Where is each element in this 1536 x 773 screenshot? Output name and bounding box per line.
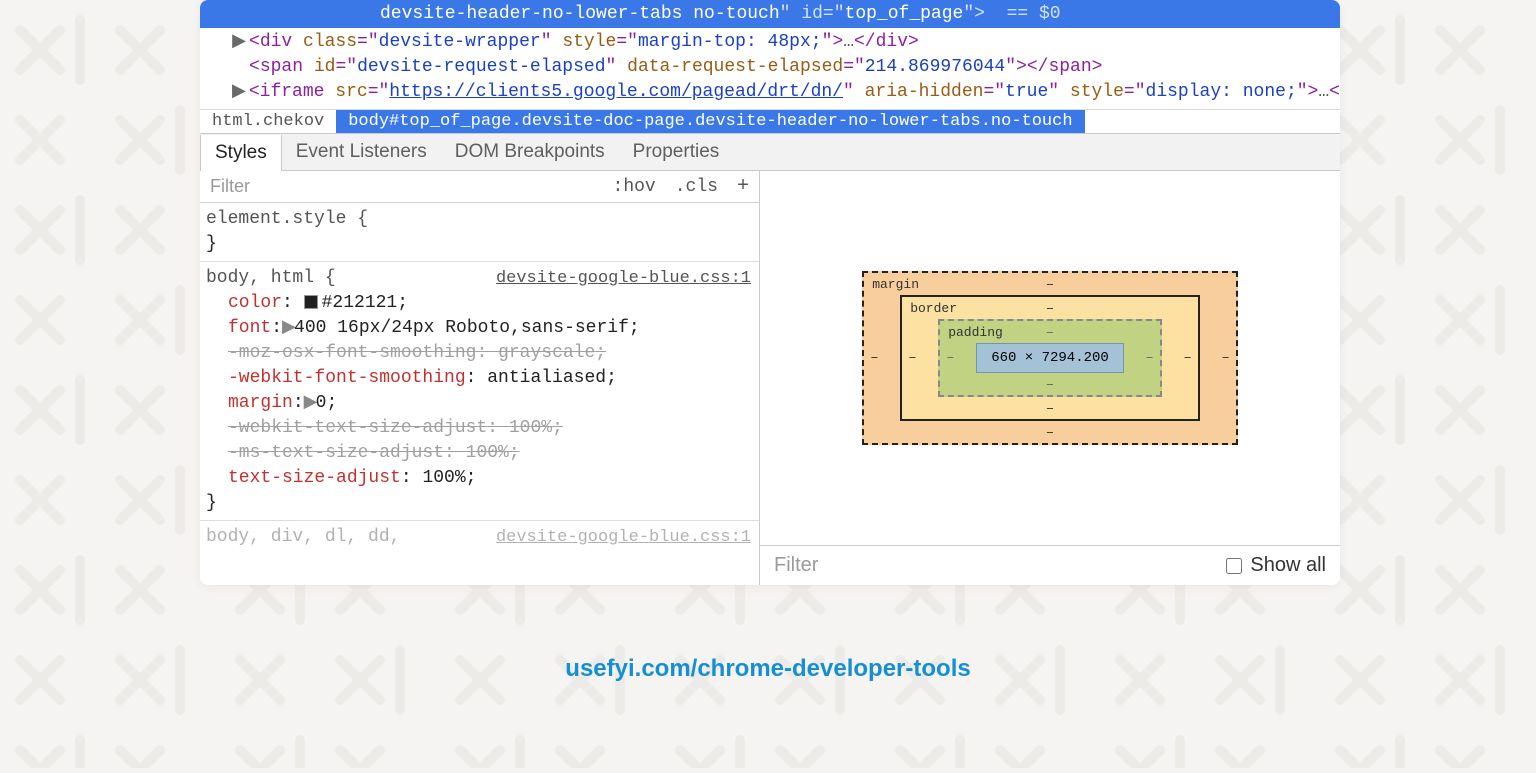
devtools-window: devsite-header-no-lower-tabs no-touch" i… [200, 0, 1340, 585]
computed-filter-input[interactable] [774, 554, 1226, 577]
expand-icon[interactable]: ▶ [232, 80, 246, 105]
breadcrumb: html.chekov body#top_of_page.devsite-doc… [200, 109, 1340, 133]
console-ref: == $0 [1007, 4, 1061, 24]
computed-filter-row: Show all [760, 545, 1340, 585]
breadcrumb-item-active[interactable]: body#top_of_page.devsite-doc-page.devsit… [336, 110, 1084, 133]
dom-row[interactable]: <span id="devsite-request-elapsed" data-… [232, 55, 1332, 80]
rule-faded[interactable]: body, div, dl, dd, devsite-google-blue.c… [206, 525, 751, 550]
expand-icon[interactable]: ▶ [232, 30, 246, 55]
hov-toggle[interactable]: :hov [613, 177, 656, 197]
selected-class-fragment: devsite-header-no-lower-tabs no-touch [380, 4, 780, 24]
show-all-checkbox[interactable] [1226, 558, 1242, 574]
styles-pane: :hov .cls + element.style { } body, html… [200, 171, 760, 585]
cls-toggle[interactable]: .cls [675, 177, 718, 197]
styles-filter-row: :hov .cls + [200, 171, 759, 203]
box-model-content: 660 × 7294.200 [976, 343, 1124, 373]
styles-tabs: Styles Event Listeners DOM Breakpoints P… [200, 133, 1340, 171]
attribution-link[interactable]: usefyi.com/chrome-developer-tools [0, 655, 1536, 683]
selected-element-line[interactable]: devsite-header-no-lower-tabs no-touch" i… [200, 0, 1340, 28]
rule-source-link[interactable]: devsite-google-blue.css:1 [496, 266, 751, 291]
dom-row[interactable]: ▶ <div class="devsite-wrapper" style="ma… [232, 30, 1332, 55]
styles-filter-input[interactable] [210, 176, 599, 197]
computed-pane: margin – – – – border – – – – padding [760, 171, 1340, 585]
tab-event-listeners[interactable]: Event Listeners [282, 134, 441, 170]
border-label: border [910, 301, 957, 316]
id-attr-value: top_of_page [845, 4, 964, 24]
color-swatch[interactable] [304, 295, 318, 309]
breadcrumb-item[interactable]: html.chekov [200, 110, 336, 133]
margin-label: margin [872, 277, 919, 292]
tab-styles[interactable]: Styles [200, 135, 282, 171]
styles-rules[interactable]: element.style { } body, html { devsite-g… [200, 203, 759, 585]
dom-row[interactable]: ▶ <iframe src="https://clients5.google.c… [232, 80, 1332, 105]
box-model[interactable]: margin – – – – border – – – – padding [760, 171, 1340, 545]
padding-label: padding [948, 325, 1003, 340]
expand-icon[interactable]: ▶ [304, 391, 316, 416]
dom-tree[interactable]: ▶ <div class="devsite-wrapper" style="ma… [200, 28, 1340, 109]
tab-dom-breakpoints[interactable]: DOM Breakpoints [441, 134, 619, 170]
expand-icon[interactable]: ▶ [282, 316, 294, 341]
show-all-toggle[interactable]: Show all [1226, 554, 1326, 577]
id-attr-name: id [801, 4, 823, 24]
rule-body-html[interactable]: body, html { devsite-google-blue.css:1 c… [206, 266, 751, 516]
rule-element-style[interactable]: element.style { } [206, 207, 751, 257]
tab-properties[interactable]: Properties [619, 134, 734, 170]
new-style-rule-button[interactable]: + [737, 175, 749, 198]
